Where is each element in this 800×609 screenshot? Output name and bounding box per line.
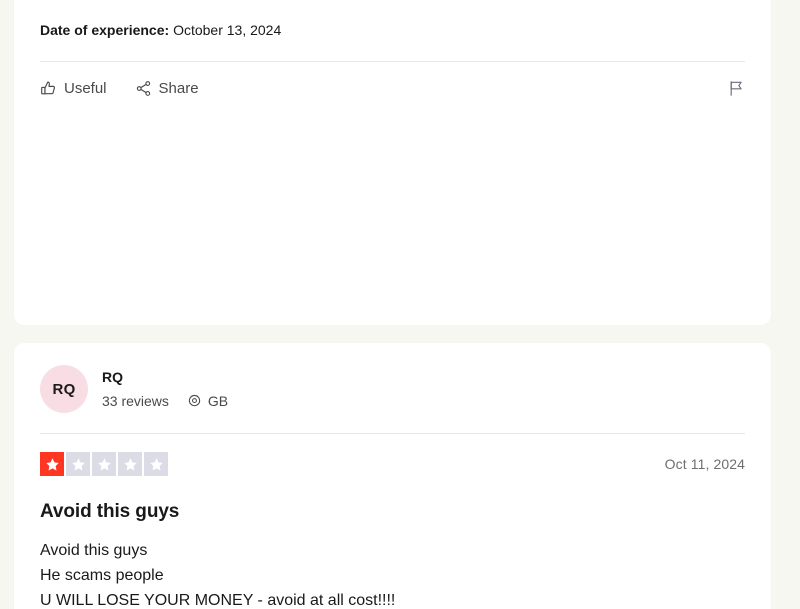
reviews-scroll-area: Oct 13, 2024 Another scam website Anothe…	[0, 0, 786, 609]
flag-icon	[728, 80, 745, 97]
report-button[interactable]	[728, 80, 745, 97]
reviews-page: Oct 13, 2024 Another scam website Anothe…	[0, 0, 800, 609]
location-pin-icon	[187, 394, 202, 409]
consumer-country: GB	[207, 393, 229, 409]
useful-button[interactable]: Useful	[40, 80, 107, 97]
review-card: Oct 13, 2024 Another scam website Anothe…	[14, 0, 771, 325]
share-icon	[135, 80, 152, 97]
consumer-location: GB	[187, 392, 228, 410]
star-3-empty	[92, 452, 116, 476]
date-of-experience-label: Date of experience:	[40, 22, 170, 38]
star-2-empty	[66, 452, 90, 476]
review-card: RQ RQ 33 reviews GB Oct 11, 2024 Avoid t…	[14, 343, 771, 609]
consumer-meta: RQ 33 reviews GB	[102, 368, 228, 410]
date-of-experience-value: October 13, 2024	[173, 22, 282, 38]
actions-divider-wrap	[40, 39, 745, 62]
review-consumer[interactable]: RQ RQ 33 reviews GB	[40, 343, 745, 433]
review-actions: Useful Share	[40, 62, 745, 117]
avatar: RQ	[40, 365, 88, 413]
review-body: Avoid this guys He scams people U WILL L…	[40, 542, 396, 609]
consumer-sub: 33 reviews GB	[102, 392, 228, 410]
star-1-filled	[40, 452, 64, 476]
star-rating-2[interactable]	[40, 452, 168, 476]
page-right-gutter	[786, 0, 800, 609]
consumer-review-count: 33 reviews	[102, 393, 169, 409]
share-label: Share	[158, 80, 199, 97]
consumer-name[interactable]: RQ	[102, 368, 228, 387]
review-title[interactable]: Avoid this guys	[40, 500, 745, 524]
date-of-experience: Date of experience: October 13, 2024	[40, 21, 745, 39]
review-header: Oct 11, 2024	[40, 434, 745, 476]
review-date: Oct 11, 2024	[664, 456, 745, 472]
review-actions-left: Useful Share	[40, 80, 199, 97]
star-5-empty	[144, 452, 168, 476]
star-4-empty	[118, 452, 142, 476]
thumbs-up-icon	[40, 80, 57, 97]
share-button[interactable]: Share	[135, 80, 199, 97]
useful-label: Useful	[64, 80, 107, 97]
